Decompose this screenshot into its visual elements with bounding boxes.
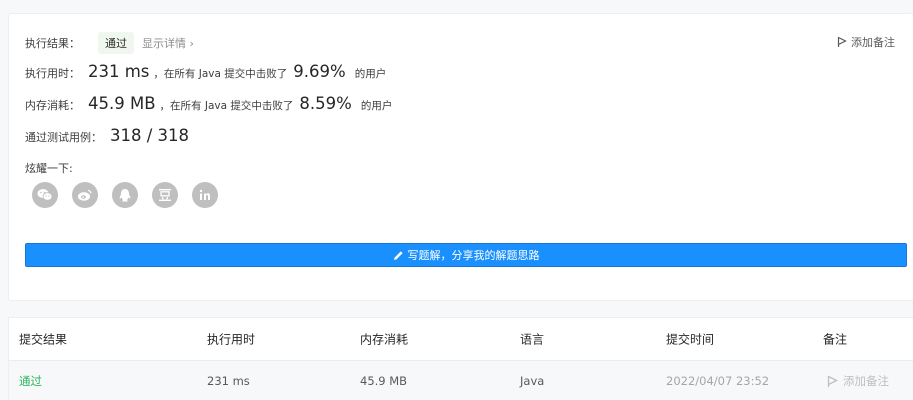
runtime-beat-text: ，在所有 Java 提交中击败了 — [153, 68, 288, 80]
write-solution-button[interactable]: 写题解，分享我的解题思路 — [25, 243, 907, 267]
testcases-label: 通过测试用例： — [25, 131, 102, 144]
header-language: 语言 — [520, 332, 545, 347]
runtime-suffix: 的用户 — [354, 68, 387, 80]
testcases-value: 318 / 318 — [110, 126, 190, 145]
result-label: 执行结果： — [25, 37, 80, 50]
memory-value: 45.9 MB — [88, 94, 156, 113]
header-status: 提交结果 — [19, 332, 68, 347]
share-row: 炫耀一下: — [25, 160, 73, 176]
row-status-link[interactable]: 通过 — [19, 373, 42, 389]
add-note-button[interactable]: 添加备注 — [837, 34, 895, 50]
share-icons — [32, 182, 218, 208]
submissions-table: 提交结果 执行用时 内存消耗 语言 提交时间 备注 通过 231 ms 45.9… — [8, 317, 913, 400]
pencil-icon — [393, 250, 403, 260]
qq-icon[interactable] — [112, 182, 138, 208]
runtime-label: 执行用时： — [25, 67, 80, 80]
show-details-link[interactable]: 显示详情 › — [142, 35, 194, 51]
flag-icon — [837, 36, 847, 47]
write-solution-label: 写题解，分享我的解题思路 — [407, 249, 540, 262]
runtime-percent: 9.69% — [293, 62, 346, 81]
submission-result-card: 执行结果： 通过 显示详情 › 添加备注 执行用时： 231 ms ，在所有 J… — [8, 13, 913, 301]
result-row: 执行结果： 通过 显示详情 › — [25, 32, 194, 54]
table-header: 提交结果 执行用时 内存消耗 语言 提交时间 备注 — [9, 318, 913, 361]
memory-beat-text: ，在所有 Java 提交中击败了 — [159, 100, 294, 112]
header-note: 备注 — [823, 332, 848, 347]
weibo-icon[interactable] — [72, 182, 98, 208]
add-note-label: 添加备注 — [851, 36, 895, 49]
runtime-value: 231 ms — [88, 62, 150, 81]
memory-row: 内存消耗： 45.9 MB ，在所有 Java 提交中击败了 8.59% 的用户 — [25, 94, 392, 113]
memory-suffix: 的用户 — [360, 100, 393, 112]
row-add-note-label: 添加备注 — [843, 374, 889, 388]
memory-percent: 8.59% — [299, 94, 352, 113]
flag-icon — [827, 375, 838, 387]
linkedin-icon[interactable] — [192, 182, 218, 208]
row-memory: 45.9 MB — [360, 374, 408, 388]
table-row[interactable]: 通过 231 ms 45.9 MB Java 2022/04/07 23:52 … — [9, 361, 913, 400]
header-runtime: 执行用时 — [207, 332, 256, 347]
header-memory: 内存消耗 — [360, 332, 409, 347]
memory-label: 内存消耗： — [25, 99, 80, 112]
share-label: 炫耀一下: — [25, 162, 73, 175]
header-submit-time: 提交时间 — [666, 332, 715, 347]
wechat-icon[interactable] — [32, 182, 58, 208]
row-runtime: 231 ms — [207, 374, 250, 388]
row-submit-time: 2022/04/07 23:52 — [666, 374, 770, 388]
row-add-note-button[interactable]: 添加备注 — [827, 373, 889, 389]
status-badge: 通过 — [98, 32, 134, 54]
row-language: Java — [520, 374, 545, 388]
douban-icon[interactable] — [152, 182, 178, 208]
testcases-row: 通过测试用例： 318 / 318 — [25, 126, 189, 145]
runtime-row: 执行用时： 231 ms ，在所有 Java 提交中击败了 9.69% 的用户 — [25, 62, 386, 81]
